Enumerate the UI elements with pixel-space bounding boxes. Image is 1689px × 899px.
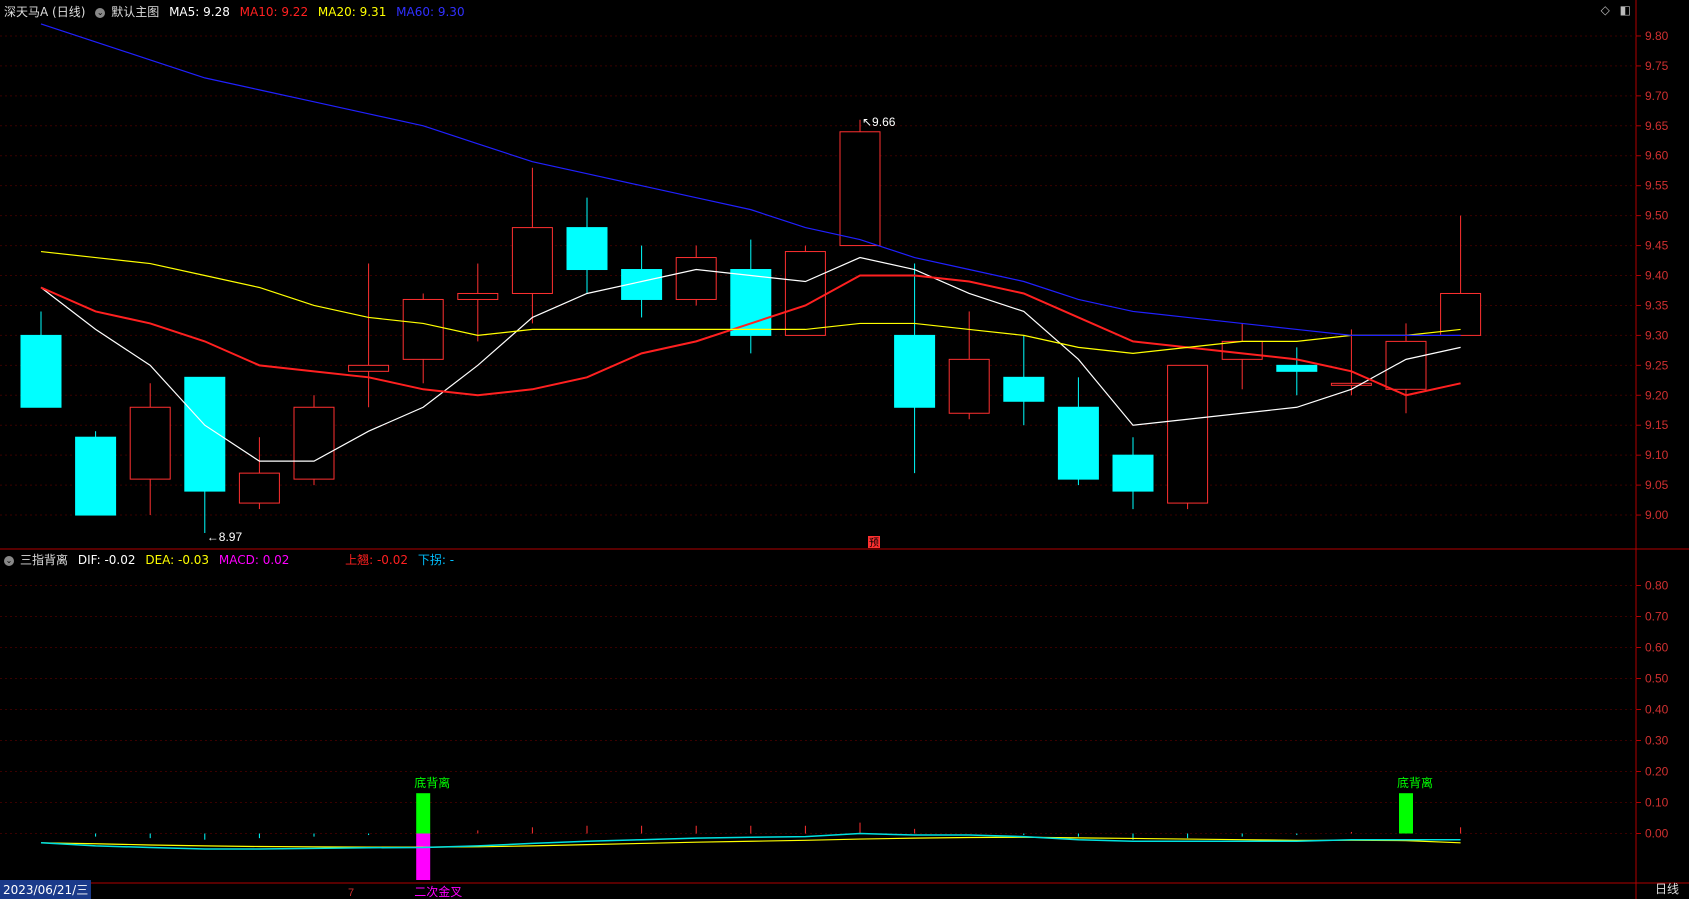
y-tick-label: 9.10 bbox=[1645, 448, 1669, 462]
signal-bar bbox=[1399, 793, 1413, 834]
y-tick-label: 9.75 bbox=[1645, 59, 1669, 73]
main-panel-header: 深天马A (日线) ⌄ 默认主图 MA5: 9.28 MA10: 9.22 MA2… bbox=[4, 3, 471, 20]
forecast-marker: 预 bbox=[869, 537, 879, 549]
candle-body bbox=[1057, 406, 1099, 480]
candle-body bbox=[457, 292, 499, 300]
y-tick-label: 0.10 bbox=[1645, 796, 1669, 810]
panel-controls: ◇ ◧ bbox=[1595, 3, 1631, 17]
candle-body bbox=[1330, 382, 1372, 386]
signal-label: 底背离 bbox=[414, 775, 450, 790]
candle-body bbox=[1003, 376, 1045, 402]
y-tick-label: 9.50 bbox=[1645, 209, 1669, 223]
candle-body bbox=[1112, 454, 1154, 492]
up-label: 上翘: -0.02 bbox=[345, 553, 409, 567]
candle-body bbox=[730, 269, 772, 336]
y-tick-label: 0.80 bbox=[1645, 579, 1669, 593]
y-tick-label: 0.30 bbox=[1645, 734, 1669, 748]
diamond-icon[interactable]: ◇ bbox=[1601, 3, 1610, 17]
y-tick-label: 0.70 bbox=[1645, 610, 1669, 624]
y-tick-label: 9.55 bbox=[1645, 179, 1669, 193]
candle-body bbox=[1221, 340, 1263, 360]
y-tick-label: 0.20 bbox=[1645, 765, 1669, 779]
y-tick-label: 9.65 bbox=[1645, 119, 1669, 133]
candle-body bbox=[238, 472, 280, 504]
y-tick-label: 9.05 bbox=[1645, 478, 1669, 492]
y-tick-label: 9.80 bbox=[1645, 29, 1669, 43]
y-tick-label: 0.40 bbox=[1645, 703, 1669, 717]
candle-body bbox=[1276, 364, 1318, 372]
signal-bar bbox=[416, 833, 431, 880]
candle-body bbox=[894, 334, 936, 408]
candle-body bbox=[948, 358, 990, 414]
y-tick-label: 0.00 bbox=[1645, 827, 1669, 841]
candle-body bbox=[348, 364, 390, 372]
candle-body bbox=[511, 227, 553, 294]
y-tick-label: 9.15 bbox=[1645, 418, 1669, 432]
sub-panel-header: ⌄ 三指背离 DIF: -0.02 DEA: -0.03 MACD: 0.02 上… bbox=[4, 551, 460, 568]
dif-label: DIF: -0.02 bbox=[77, 553, 136, 567]
y-tick-label: 0.50 bbox=[1645, 672, 1669, 686]
period-label[interactable]: 日线 bbox=[1655, 880, 1679, 897]
candle-body bbox=[20, 334, 62, 408]
y-tick-label: 9.40 bbox=[1645, 269, 1669, 283]
y-tick-label: 9.20 bbox=[1645, 388, 1669, 402]
ma20-label: MA20: 9.31 bbox=[317, 5, 387, 19]
collapse-icon[interactable]: ⌄ bbox=[4, 555, 14, 566]
candle-body bbox=[566, 227, 608, 271]
y-tick-label: 9.25 bbox=[1645, 358, 1669, 372]
date-cursor-label: 2023/06/21/三 bbox=[0, 880, 92, 899]
y-tick-label: 9.45 bbox=[1645, 239, 1669, 253]
ma60-label: MA60: 9.30 bbox=[396, 5, 465, 19]
y-tick-label: 9.00 bbox=[1645, 508, 1669, 522]
signal-label: 底背离 bbox=[1397, 775, 1433, 790]
dea-line bbox=[40, 836, 1461, 848]
candle-body bbox=[784, 251, 826, 336]
dropdown-icon[interactable]: ⌄ bbox=[95, 7, 106, 18]
dea-label: DEA: -0.03 bbox=[145, 553, 210, 567]
price-annotation: ↖9.66 bbox=[862, 115, 896, 129]
indicator-name[interactable]: 三指背离 bbox=[20, 553, 68, 567]
candle-body bbox=[1385, 340, 1427, 390]
y-tick-label: 0.60 bbox=[1645, 641, 1669, 655]
candle-body bbox=[839, 131, 881, 247]
candle-body bbox=[129, 406, 171, 480]
chart-canvas[interactable]: 9.00 9.05 9.10 9.15 9.20 9.25 9.30 9.35 9.40 9.45… bbox=[0, 0, 1689, 899]
candle-body bbox=[675, 257, 717, 300]
candle-body bbox=[1440, 292, 1482, 336]
signal-label: 二次金叉 bbox=[414, 884, 462, 899]
y-tick-label: 9.30 bbox=[1645, 328, 1669, 342]
month-marker: 7 bbox=[348, 887, 354, 899]
stock-title[interactable]: 深天马A (日线) bbox=[4, 5, 85, 19]
y-tick-label: 9.35 bbox=[1645, 298, 1669, 312]
template-label[interactable]: 默认主图 bbox=[111, 5, 159, 19]
ma5-label: MA5: 9.28 bbox=[169, 5, 230, 19]
candle-body bbox=[75, 436, 117, 516]
y-tick-label: 9.60 bbox=[1645, 149, 1669, 163]
ma10-label: MA10: 9.22 bbox=[239, 5, 309, 19]
macd-label: MACD: 0.02 bbox=[218, 553, 290, 567]
signal-bar bbox=[416, 793, 431, 834]
price-annotation: ←8.97 bbox=[207, 530, 243, 544]
y-tick-label: 9.70 bbox=[1645, 89, 1669, 103]
down-label: 下拐: - bbox=[417, 553, 455, 567]
candle-body bbox=[402, 298, 444, 360]
panel-toggle-icon[interactable]: ◧ bbox=[1620, 3, 1631, 17]
candle-body bbox=[293, 406, 335, 480]
candle-body bbox=[1167, 364, 1209, 504]
